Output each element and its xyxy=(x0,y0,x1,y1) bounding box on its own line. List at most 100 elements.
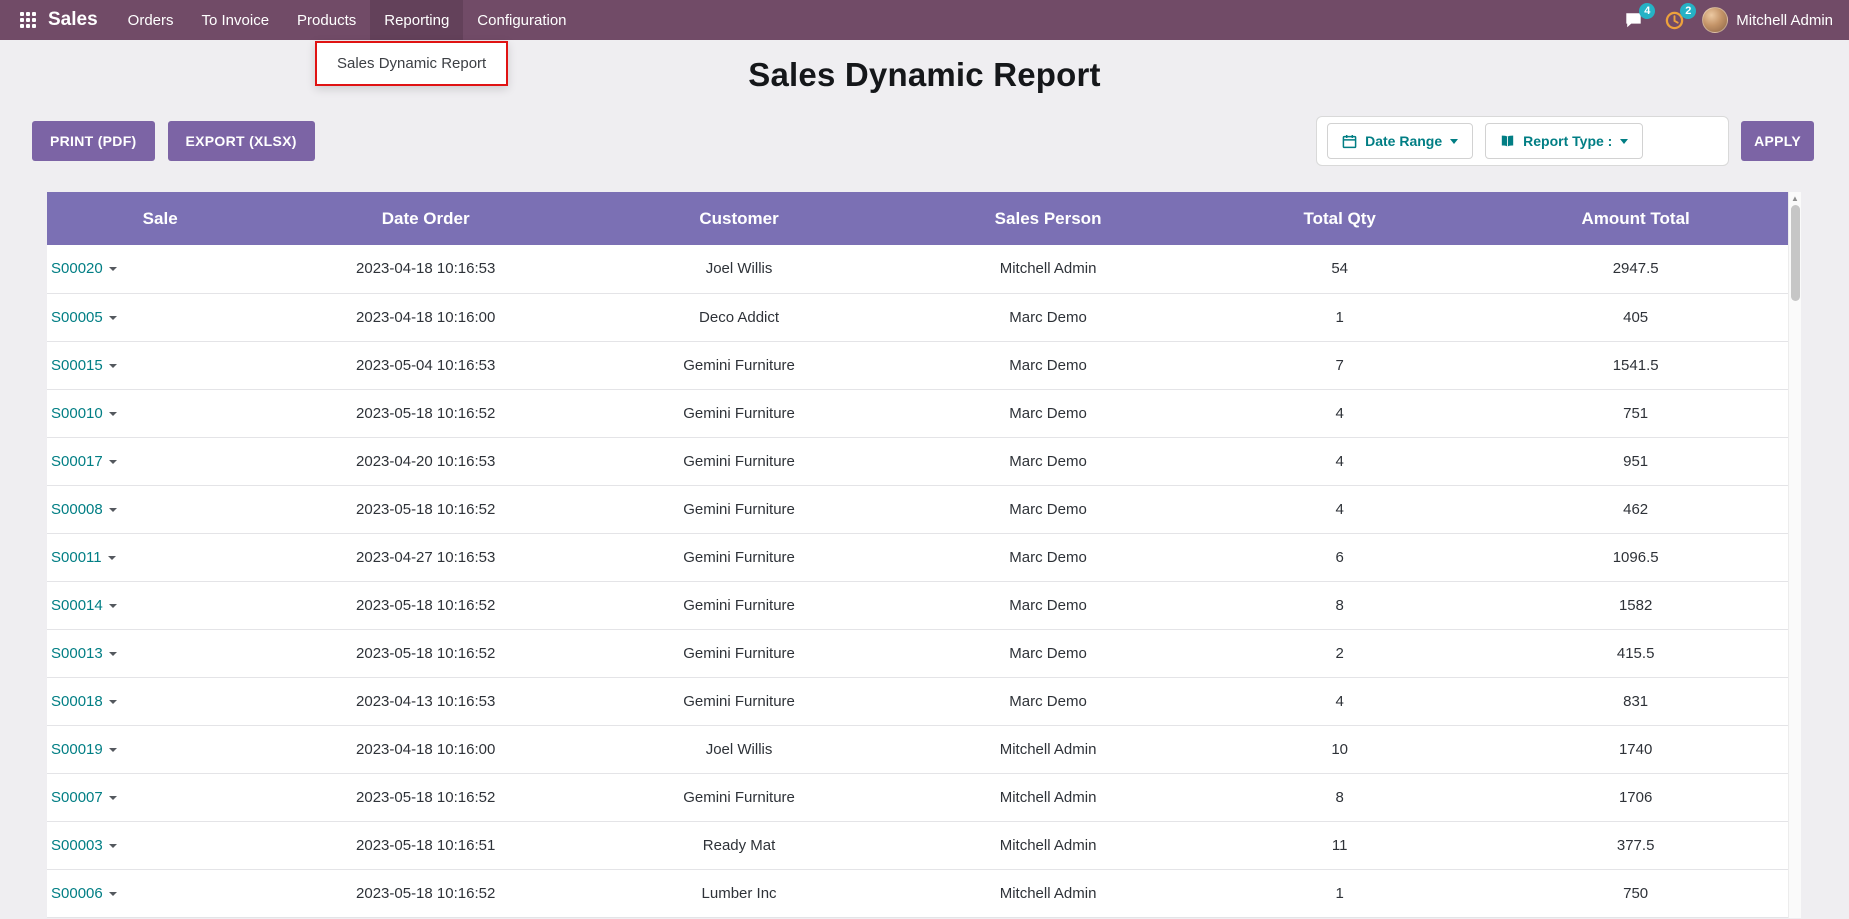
export-xlsx-button[interactable]: EXPORT (XLSX) xyxy=(168,121,315,161)
sales-person-cell: Marc Demo xyxy=(900,389,1196,437)
total-qty-cell: 1 xyxy=(1196,293,1483,341)
menu-reporting[interactable]: Reporting xyxy=(370,0,463,40)
sale-order-link[interactable]: S00005 xyxy=(51,309,103,326)
toolbar: PRINT (PDF) EXPORT (XLSX) Date Range xyxy=(0,116,1849,166)
sale-cell: S00010 xyxy=(47,389,273,437)
table-row: S000202023-04-18 10:16:53Joel WillisMitc… xyxy=(47,245,1788,293)
caret-down-icon[interactable] xyxy=(109,748,117,752)
scrollbar-thumb[interactable] xyxy=(1791,205,1800,301)
sale-order-link[interactable]: S00007 xyxy=(51,789,103,806)
total-qty-cell: 11 xyxy=(1196,821,1483,869)
caret-down-icon[interactable] xyxy=(109,508,117,512)
customer-cell: Lumber Inc xyxy=(578,869,900,917)
sale-order-link[interactable]: S00011 xyxy=(51,549,102,566)
sale-order-link[interactable]: S00003 xyxy=(51,837,103,854)
messages-button[interactable]: 4 xyxy=(1620,8,1647,32)
brand-sales[interactable]: Sales xyxy=(48,9,98,31)
activities-button[interactable]: 2 xyxy=(1661,8,1688,33)
sales-person-cell: Marc Demo xyxy=(900,629,1196,677)
filter-controls: Date Range Report Type : APPLY xyxy=(1316,116,1814,166)
top-navbar: Sales Orders To Invoice Products Reporti… xyxy=(0,0,1849,40)
customer-cell: Gemini Furniture xyxy=(578,389,900,437)
caret-down-icon[interactable] xyxy=(109,364,117,368)
sale-order-link[interactable]: S00020 xyxy=(51,260,103,277)
sale-cell: S00006 xyxy=(47,869,273,917)
sale-order-link[interactable]: S00017 xyxy=(51,453,103,470)
customer-cell: Gemini Furniture xyxy=(578,773,900,821)
sale-cell: S00018 xyxy=(47,677,273,725)
navbar-left: Sales Orders To Invoice Products Reporti… xyxy=(12,0,581,40)
scroll-up-arrow[interactable]: ▲ xyxy=(1791,192,1799,205)
table-scrollbar[interactable]: ▲ xyxy=(1788,192,1801,918)
sale-order-link[interactable]: S00008 xyxy=(51,501,103,518)
total-qty-cell: 10 xyxy=(1196,725,1483,773)
sale-order-link[interactable]: S00006 xyxy=(51,885,103,902)
total-qty-cell: 54 xyxy=(1196,245,1483,293)
user-menu[interactable]: Mitchell Admin xyxy=(1702,7,1833,33)
table-row: S000132023-05-18 10:16:52Gemini Furnitur… xyxy=(47,629,1788,677)
sale-order-link[interactable]: S00010 xyxy=(51,405,103,422)
customer-cell: Gemini Furniture xyxy=(578,581,900,629)
sales-person-cell: Marc Demo xyxy=(900,341,1196,389)
menu-to-invoice[interactable]: To Invoice xyxy=(188,0,284,40)
date-order-cell: 2023-05-18 10:16:52 xyxy=(273,629,578,677)
sale-cell: S00005 xyxy=(47,293,273,341)
menu-item-sales-dynamic-report[interactable]: Sales Dynamic Report xyxy=(317,46,506,81)
date-order-cell: 2023-05-18 10:16:52 xyxy=(273,869,578,917)
caret-down-icon[interactable] xyxy=(109,412,117,416)
sale-order-link[interactable]: S00013 xyxy=(51,645,103,662)
menu-orders[interactable]: Orders xyxy=(114,0,188,40)
main-content: Sales Dynamic Report PRINT (PDF) EXPORT … xyxy=(0,56,1849,918)
caret-down-icon[interactable] xyxy=(109,892,117,896)
report-type-dropdown[interactable]: Report Type : xyxy=(1485,123,1643,159)
report-table-area: Sale Date Order Customer Sales Person To… xyxy=(47,192,1802,918)
date-order-cell: 2023-04-13 10:16:53 xyxy=(273,677,578,725)
book-icon xyxy=(1500,134,1515,148)
amount-total-cell: 415.5 xyxy=(1483,629,1788,677)
main-menu: Orders To Invoice Products Reporting Con… xyxy=(114,0,581,40)
table-row: S000102023-05-18 10:16:52Gemini Furnitur… xyxy=(47,389,1788,437)
apps-menu-button[interactable] xyxy=(12,0,44,40)
caret-down-icon[interactable] xyxy=(109,267,117,271)
amount-total-cell: 462 xyxy=(1483,485,1788,533)
date-order-cell: 2023-04-20 10:16:53 xyxy=(273,437,578,485)
column-header-date-order: Date Order xyxy=(273,192,578,245)
sale-cell: S00007 xyxy=(47,773,273,821)
date-order-cell: 2023-05-04 10:16:53 xyxy=(273,341,578,389)
date-range-dropdown[interactable]: Date Range xyxy=(1327,123,1473,159)
table-row: S000172023-04-20 10:16:53Gemini Furnitur… xyxy=(47,437,1788,485)
caret-down-icon[interactable] xyxy=(109,844,117,848)
sale-order-link[interactable]: S00015 xyxy=(51,357,103,374)
caret-down-icon[interactable] xyxy=(109,796,117,800)
page-title: Sales Dynamic Report xyxy=(0,56,1849,94)
caret-down-icon[interactable] xyxy=(108,556,116,560)
user-avatar xyxy=(1702,7,1728,33)
caret-down-icon[interactable] xyxy=(109,460,117,464)
print-pdf-button[interactable]: PRINT (PDF) xyxy=(32,121,155,161)
sale-cell: S00019 xyxy=(47,725,273,773)
caret-down-icon[interactable] xyxy=(109,652,117,656)
apps-grid-icon xyxy=(20,12,36,28)
calendar-icon xyxy=(1342,134,1357,149)
table-header-row: Sale Date Order Customer Sales Person To… xyxy=(47,192,1788,245)
amount-total-cell: 405 xyxy=(1483,293,1788,341)
sale-order-link[interactable]: S00019 xyxy=(51,741,103,758)
table-row: S000082023-05-18 10:16:52Gemini Furnitur… xyxy=(47,485,1788,533)
sale-order-link[interactable]: S00014 xyxy=(51,597,103,614)
report-type-label: Report Type : xyxy=(1523,133,1612,149)
sale-order-link[interactable]: S00018 xyxy=(51,693,103,710)
amount-total-cell: 1096.5 xyxy=(1483,533,1788,581)
caret-down-icon[interactable] xyxy=(109,604,117,608)
sales-person-cell: Mitchell Admin xyxy=(900,821,1196,869)
apply-button[interactable]: APPLY xyxy=(1741,121,1814,161)
caret-down-icon[interactable] xyxy=(109,316,117,320)
user-name: Mitchell Admin xyxy=(1736,12,1833,29)
sales-person-cell: Marc Demo xyxy=(900,581,1196,629)
sales-person-cell: Marc Demo xyxy=(900,677,1196,725)
amount-total-cell: 951 xyxy=(1483,437,1788,485)
caret-down-icon[interactable] xyxy=(109,700,117,704)
menu-configuration[interactable]: Configuration xyxy=(463,0,580,40)
menu-products[interactable]: Products xyxy=(283,0,370,40)
total-qty-cell: 8 xyxy=(1196,773,1483,821)
column-header-sales-person: Sales Person xyxy=(900,192,1196,245)
